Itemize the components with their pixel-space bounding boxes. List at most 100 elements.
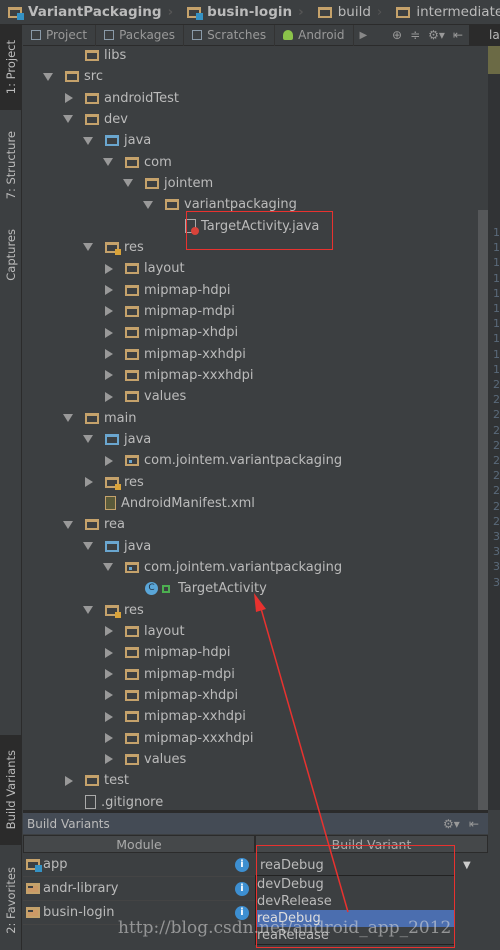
tree-item[interactable]: layout xyxy=(105,258,185,279)
tree-item[interactable]: test xyxy=(65,770,129,791)
collapsed-arrow-icon[interactable] xyxy=(105,669,113,680)
info-icon[interactable]: i xyxy=(235,857,249,872)
collapsed-arrow-icon[interactable] xyxy=(105,370,113,381)
tree-item[interactable]: src xyxy=(43,66,103,87)
tree-item[interactable]: androidTest xyxy=(65,88,179,109)
tree-item[interactable]: mipmap-mdpi xyxy=(105,301,235,322)
variant-option[interactable]: reaDebug xyxy=(256,910,454,927)
breadcrumb-item[interactable]: build › xyxy=(310,4,389,20)
tree-item[interactable]: com xyxy=(103,152,172,173)
tree-item[interactable]: values xyxy=(105,749,186,770)
tree-item[interactable]: mipmap-xhdpi xyxy=(105,322,238,343)
collapsed-arrow-icon[interactable] xyxy=(65,775,73,786)
variant-select[interactable]: reaDebug ▼ xyxy=(255,853,477,877)
breadcrumb-item[interactable]: busin-login › xyxy=(179,4,310,20)
gear-icon[interactable]: ⚙▾ xyxy=(443,817,460,831)
expanded-arrow-icon[interactable] xyxy=(83,435,93,444)
tree-item[interactable]: main xyxy=(63,408,136,429)
tree-item[interactable]: mipmap-xxhdpi xyxy=(105,706,246,727)
collapsed-arrow-icon[interactable] xyxy=(105,455,113,466)
breadcrumb-item[interactable]: intermediates› xyxy=(388,4,500,20)
collapsed-arrow-icon[interactable] xyxy=(105,647,113,658)
tree-item[interactable]: java xyxy=(83,429,151,450)
structure-tool-tab[interactable]: 7: Structure xyxy=(0,120,22,210)
view-tab-project[interactable]: Project xyxy=(23,24,97,46)
tree-item[interactable]: dev xyxy=(63,109,128,130)
collapsed-arrow-icon[interactable] xyxy=(105,711,113,722)
tree-item[interactable]: rea xyxy=(63,514,125,535)
variant-dropdown[interactable]: devDebug devRelease reaDebug reaRelease xyxy=(255,875,455,945)
collapsed-arrow-icon[interactable] xyxy=(105,263,113,274)
tree-item[interactable]: mipmap-xhdpi xyxy=(105,685,238,706)
view-tab-packages[interactable]: Packages xyxy=(96,24,185,46)
tree-item[interactable]: C TargetActivity xyxy=(145,578,267,599)
gear-icon[interactable]: ⚙▾ xyxy=(428,28,445,42)
tree-item[interactable]: mipmap-mdpi xyxy=(105,664,235,685)
collapsed-arrow-icon[interactable] xyxy=(105,754,113,765)
collapsed-arrow-icon[interactable] xyxy=(105,391,113,402)
collapsed-arrow-icon[interactable] xyxy=(105,626,113,637)
collapsed-arrow-icon[interactable] xyxy=(105,349,113,360)
expanded-arrow-icon[interactable] xyxy=(83,606,93,615)
expanded-arrow-icon[interactable] xyxy=(83,542,93,551)
chevron-down-icon[interactable]: ▼ xyxy=(463,860,471,871)
tree-item[interactable]: AndroidManifest.xml xyxy=(105,493,255,514)
view-tab-android[interactable]: Android xyxy=(275,24,354,46)
tree-item[interactable]: mipmap-xxhdpi xyxy=(105,344,246,365)
more-tabs-icon[interactable]: ▶ xyxy=(360,30,368,41)
variant-option[interactable]: devDebug xyxy=(256,876,454,893)
variant-option[interactable]: devRelease xyxy=(256,893,454,910)
editor-tab[interactable]: lai xyxy=(469,25,500,46)
breadcrumb-item[interactable]: VariantPackaging › xyxy=(0,4,179,20)
expanded-arrow-icon[interactable] xyxy=(63,520,73,529)
tree-item[interactable]: jointem xyxy=(123,173,213,194)
project-tool-tab[interactable]: 1: Project xyxy=(0,25,22,110)
expanded-arrow-icon[interactable] xyxy=(83,136,93,145)
tree-item[interactable]: values xyxy=(105,386,186,407)
collapse-icon[interactable]: ≑ xyxy=(410,28,420,42)
expanded-arrow-icon[interactable] xyxy=(63,414,73,423)
tree-item[interactable]: res xyxy=(83,237,144,258)
expanded-arrow-icon[interactable] xyxy=(43,72,53,81)
tree-item[interactable]: java xyxy=(83,536,151,557)
tree-item[interactable]: libs xyxy=(85,46,126,66)
expanded-arrow-icon[interactable] xyxy=(143,200,153,209)
expanded-arrow-icon[interactable] xyxy=(123,179,133,188)
expanded-arrow-icon[interactable] xyxy=(83,243,93,252)
tree-item[interactable]: res xyxy=(85,472,144,493)
tree-scrollbar[interactable] xyxy=(478,210,488,810)
tree-item[interactable]: .gitignore xyxy=(85,792,163,810)
build-variants-tool-tab[interactable]: Build Variants xyxy=(0,735,22,845)
hide-icon[interactable]: ⇤ xyxy=(469,817,479,831)
captures-tool-tab[interactable]: Captures xyxy=(0,220,22,290)
collapsed-arrow-icon[interactable] xyxy=(105,306,113,317)
hide-icon[interactable]: ⇤ xyxy=(453,28,463,42)
crosshair-icon[interactable]: ⊕ xyxy=(392,28,402,42)
variant-option[interactable]: reaRelease xyxy=(256,927,454,944)
info-icon[interactable]: i xyxy=(235,881,249,896)
info-icon[interactable]: i xyxy=(235,905,249,920)
variant-column-header[interactable]: Build Variant xyxy=(255,835,488,853)
collapsed-arrow-icon[interactable] xyxy=(105,733,113,744)
tree-item[interactable]: java xyxy=(83,130,151,151)
expanded-arrow-icon[interactable] xyxy=(103,158,113,167)
collapsed-arrow-icon[interactable] xyxy=(105,327,113,338)
tree-item[interactable]: com.jointem.variantpackaging xyxy=(103,557,342,578)
tree-item[interactable]: mipmap-xxxhdpi xyxy=(105,365,254,386)
expanded-arrow-icon[interactable] xyxy=(63,115,73,124)
collapsed-arrow-icon[interactable] xyxy=(105,690,113,701)
expanded-arrow-icon[interactable] xyxy=(103,563,113,572)
favorites-tool-tab[interactable]: 2: Favorites xyxy=(0,855,22,945)
view-tab-scratches[interactable]: Scratches xyxy=(184,24,276,46)
tree-item[interactable]: mipmap-xxxhdpi xyxy=(105,728,254,749)
tree-item[interactable]: res xyxy=(83,600,144,621)
tree-item[interactable]: com.jointem.variantpackaging xyxy=(105,450,342,471)
tree-item[interactable]: mipmap-hdpi xyxy=(105,280,230,301)
module-row[interactable]: app i xyxy=(23,853,255,877)
collapsed-arrow-icon[interactable] xyxy=(65,93,73,104)
module-column-header[interactable]: Module xyxy=(23,835,255,853)
collapsed-arrow-icon[interactable] xyxy=(85,477,93,488)
module-row[interactable]: busin-login i xyxy=(23,901,255,925)
module-row[interactable]: andr-library i xyxy=(23,877,255,901)
collapsed-arrow-icon[interactable] xyxy=(105,285,113,296)
